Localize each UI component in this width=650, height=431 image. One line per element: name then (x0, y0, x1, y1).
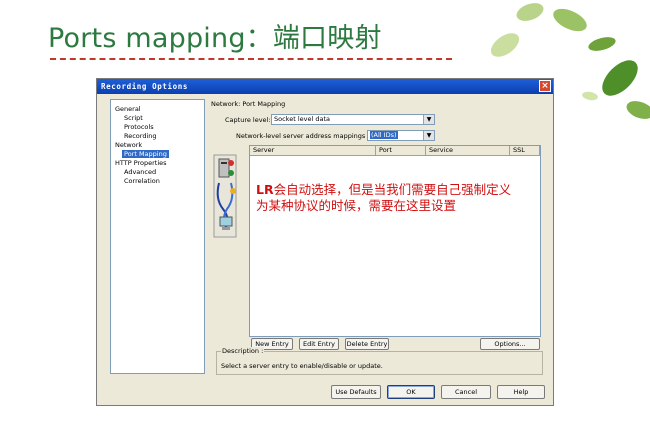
description-group: Description : Select a server entry to e… (216, 347, 543, 375)
tree-item-correlation[interactable]: Correlation (124, 177, 160, 185)
annotation-text: LR会自动选择，但是当我们需要自己强制定义 为某种协议的时候，需要在这里设置 (256, 182, 556, 214)
tree-item-recording[interactable]: Recording (124, 132, 157, 140)
tree-item-port-mapping[interactable]: Port Mapping (122, 150, 169, 158)
chevron-down-icon: ▼ (423, 115, 434, 124)
tree-item-advanced[interactable]: Advanced (124, 168, 156, 176)
recording-options-dialog: Recording Options × General Script Proto… (96, 78, 554, 406)
close-button[interactable]: × (539, 80, 551, 92)
cancel-button[interactable]: Cancel (441, 385, 491, 399)
tree-item-protocols[interactable]: Protocols (124, 123, 154, 131)
annotation-lr-prefix: LR (256, 182, 274, 197)
network-protocol-icon (213, 154, 237, 238)
help-button[interactable]: Help (497, 385, 545, 399)
capture-level-label: Capture level: (225, 116, 271, 124)
use-defaults-button[interactable]: Use Defaults (331, 385, 381, 399)
delete-entry-button[interactable]: Delete Entry (345, 338, 389, 350)
mappings-label: Network-level server address mappings fo… (236, 132, 381, 140)
options-tree: General Script Protocols Recording Netwo… (110, 99, 205, 374)
slide-title: Ports mapping：端口映射 (48, 23, 382, 54)
annotation-line-2: 为某种协议的时候，需要在这里设置 (256, 198, 457, 213)
tree-item-script[interactable]: Script (124, 114, 143, 122)
chevron-down-icon: ▼ (423, 131, 434, 140)
column-header-ssl[interactable]: SSL (510, 146, 540, 156)
mappings-select[interactable]: (All IDs) ▼ (367, 130, 435, 141)
column-header-service[interactable]: Service (426, 146, 510, 156)
options-button[interactable]: Options... (480, 338, 540, 350)
ok-button[interactable]: OK (387, 385, 435, 399)
column-header-port[interactable]: Port (376, 146, 426, 156)
description-text: Select a server entry to enable/disable … (221, 362, 383, 370)
tree-item-network[interactable]: Network (115, 141, 142, 149)
annotation-line-1: LR会自动选择，但是当我们需要自己强制定义 (256, 182, 556, 198)
mappings-value: (All IDs) (370, 131, 398, 139)
dialog-titlebar[interactable]: Recording Options × (97, 79, 553, 94)
tree-item-http-properties[interactable]: HTTP Properties (115, 159, 167, 167)
annotation-line-1-rest: 会自动选择，但是当我们需要自己强制定义 (273, 182, 512, 197)
capture-level-select[interactable]: Socket level data ▼ (271, 114, 435, 125)
edit-entry-button[interactable]: Edit Entry (299, 338, 339, 350)
mappings-table[interactable]: Server Port Service SSL (249, 145, 541, 337)
column-header-server[interactable]: Server (250, 146, 376, 156)
tree-item-general[interactable]: General (115, 105, 141, 113)
dialog-title: Recording Options (101, 82, 188, 91)
section-label: Network: Port Mapping (211, 100, 286, 108)
description-label: Description : (221, 347, 265, 355)
capture-level-value: Socket level data (274, 115, 330, 123)
title-underline (50, 58, 452, 60)
